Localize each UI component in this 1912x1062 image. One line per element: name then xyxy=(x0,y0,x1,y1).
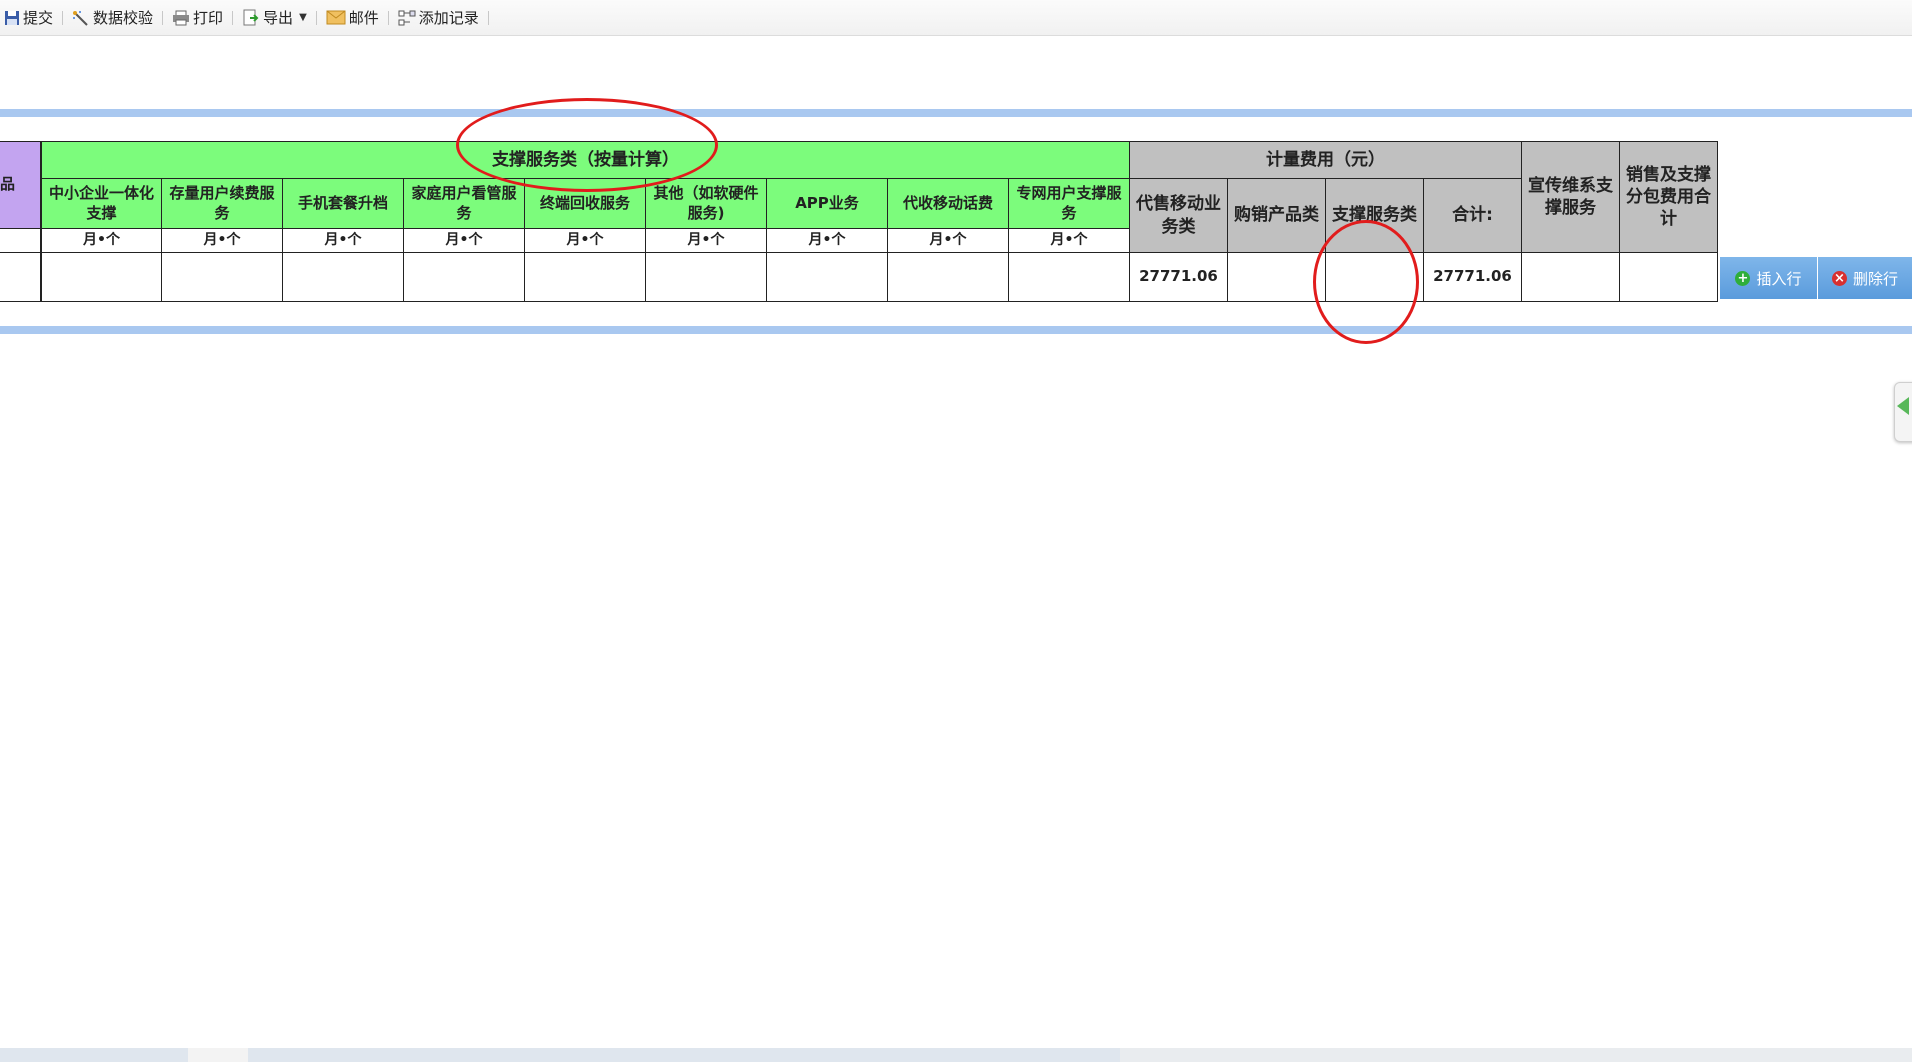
export-button[interactable]: 导出 ▼ xyxy=(238,0,311,35)
toolbar: 提交 数据校验 打印 导出 ▼ 邮件 添加记录 xyxy=(0,0,1912,36)
support-col-data-cell[interactable] xyxy=(162,253,283,302)
section-divider-top xyxy=(0,109,1912,117)
cell-publicity[interactable] xyxy=(1522,253,1620,302)
support-col-header: 存量用户续费服务 xyxy=(162,179,283,229)
taskbar-tray xyxy=(1120,1048,1912,1062)
delete-row-label: 删除行 xyxy=(1852,269,1898,288)
metered-fee-group-header: 计量费用（元） xyxy=(1130,141,1522,179)
support-col-data-cell[interactable] xyxy=(888,253,1009,302)
col-agency-mobile: 代售移动业务类 xyxy=(1130,179,1228,253)
submit-button[interactable]: 提交 xyxy=(0,0,57,35)
support-col-unit: 月•个 xyxy=(1009,229,1130,253)
print-button[interactable]: 打印 xyxy=(168,0,227,35)
support-col-unit: 月•个 xyxy=(162,229,283,253)
side-panel-toggle[interactable] xyxy=(1894,382,1912,442)
add-record-label: 添加记录 xyxy=(418,9,479,27)
col-publicity: 宣传维系支撑服务 xyxy=(1522,141,1620,253)
section-divider-bottom xyxy=(0,326,1912,334)
support-col-data-cell[interactable] xyxy=(41,253,162,302)
col-support-service: 支撑服务类 xyxy=(1326,179,1424,253)
support-col-data-cell[interactable] xyxy=(646,253,767,302)
cell-sales-total[interactable] xyxy=(1620,253,1718,302)
support-col-header: 终端回收服务 xyxy=(525,179,646,229)
add-record-button[interactable]: 添加记录 xyxy=(394,0,483,35)
cell-support-service[interactable] xyxy=(1326,253,1424,302)
delete-row-button[interactable]: × 删除行 xyxy=(1818,257,1912,299)
toolbar-divider xyxy=(162,10,164,25)
submit-label: 提交 xyxy=(23,9,54,27)
product-data-cell[interactable] xyxy=(0,253,41,302)
export-icon xyxy=(242,9,260,27)
cell-agency-mobile[interactable]: 27771.06 xyxy=(1130,253,1228,302)
cell-purchase-sales[interactable] xyxy=(1228,253,1326,302)
support-col-unit: 月•个 xyxy=(888,229,1009,253)
toolbar-divider xyxy=(315,10,317,25)
taskbar-item[interactable] xyxy=(188,1048,248,1062)
validate-label: 数据校验 xyxy=(93,9,154,27)
support-col-header: 其他（如软硬件服务) xyxy=(646,179,767,229)
support-service-group-header: 支撑服务类（按量计算） xyxy=(41,141,1130,179)
support-col-header: 代收移动话费 xyxy=(888,179,1009,229)
taskbar xyxy=(0,1048,1912,1062)
cell-total[interactable]: 27771.06 xyxy=(1424,253,1522,302)
support-col-unit: 月•个 xyxy=(525,229,646,253)
col-sales-total: 销售及支撑分包费用合计 xyxy=(1620,141,1718,253)
mail-button[interactable]: 邮件 xyxy=(322,0,383,35)
chevron-down-icon: ▼ xyxy=(299,12,307,23)
toolbar-divider xyxy=(387,10,389,25)
support-col-data-cell[interactable] xyxy=(525,253,646,302)
support-col-data-cell[interactable] xyxy=(1009,253,1130,302)
support-col-header: 家庭用户看管服务 xyxy=(404,179,525,229)
support-col-data-cell[interactable] xyxy=(404,253,525,302)
printer-icon xyxy=(172,10,190,26)
support-col-data-cell[interactable] xyxy=(283,253,404,302)
toolbar-divider xyxy=(487,10,489,25)
support-col-data-cell[interactable] xyxy=(767,253,888,302)
col-total: 合计: xyxy=(1424,179,1522,253)
save-icon xyxy=(4,10,20,26)
close-icon: × xyxy=(1831,270,1847,286)
mail-label: 邮件 xyxy=(348,9,379,27)
support-col-header: 中小企业一体化支撑 xyxy=(41,179,162,229)
print-label: 打印 xyxy=(193,9,224,27)
support-col-header: 专网用户支撑服务 xyxy=(1009,179,1130,229)
support-col-unit: 月•个 xyxy=(283,229,404,253)
insert-row-label: 插入行 xyxy=(1756,269,1802,288)
export-label: 导出 xyxy=(263,9,294,27)
validate-button[interactable]: 数据校验 xyxy=(68,0,157,35)
plus-icon: + xyxy=(1735,270,1751,286)
support-col-unit: 月•个 xyxy=(646,229,767,253)
wand-icon xyxy=(72,10,90,26)
toolbar-divider xyxy=(62,10,64,25)
support-col-unit: 月•个 xyxy=(767,229,888,253)
product-column-header: 品 xyxy=(0,141,41,229)
support-col-header: 手机套餐升档 xyxy=(283,179,404,229)
envelope-icon xyxy=(326,10,346,25)
insert-row-button[interactable]: + 插入行 xyxy=(1720,257,1817,299)
add-record-icon xyxy=(398,9,416,27)
support-col-header: APP业务 xyxy=(767,179,888,229)
toolbar-divider xyxy=(232,10,234,25)
product-unit-cell xyxy=(0,229,41,253)
support-col-unit: 月•个 xyxy=(41,229,162,253)
col-purchase-sales: 购销产品类 xyxy=(1228,179,1326,253)
support-col-unit: 月•个 xyxy=(404,229,525,253)
